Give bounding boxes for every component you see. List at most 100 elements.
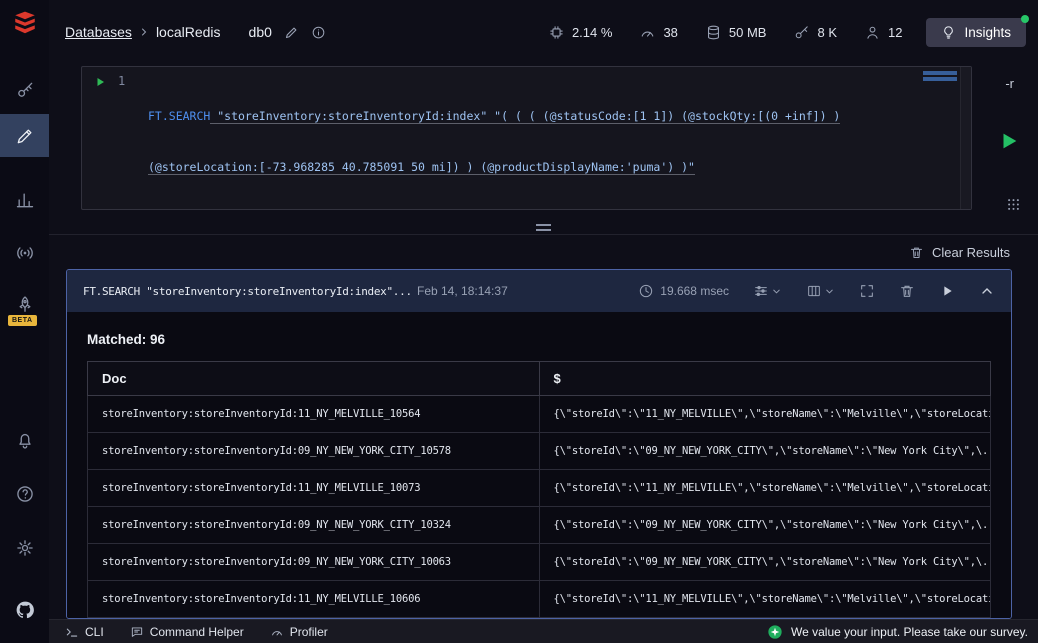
- result-card-header[interactable]: FT.SEARCH "storeInventory:storeInventory…: [67, 270, 1011, 312]
- drag-dots-icon: [1008, 199, 1019, 210]
- trash-icon: [901, 285, 913, 297]
- results-panel: Clear Results FT.SEARCH "storeInventory:…: [49, 234, 1038, 619]
- raw-mode-label: -r: [1005, 76, 1014, 91]
- breadcrumb-current-db: localRedis: [155, 24, 221, 40]
- insights-button[interactable]: Insights: [926, 14, 1029, 47]
- value-cell: {\"storeId\":\"11_NY_MELVILLE\",\"storeN…: [538, 469, 991, 507]
- command-helper-label: Command Helper: [149, 624, 244, 639]
- profiler-label: Profiler: [289, 624, 328, 639]
- chevron-down-icon: [824, 286, 835, 297]
- metric-cpu-value: 2.14 %: [571, 24, 613, 40]
- gauge-icon: [642, 31, 654, 37]
- sidebar-item-settings[interactable]: [0, 538, 49, 558]
- clear-results-label: Clear Results: [931, 244, 1010, 260]
- workbench-editor-area: 1 FT.SEARCH "storeInventory:storeInvento…: [49, 64, 1038, 220]
- info-icon: [312, 26, 325, 38]
- value-cell: {\"storeId\":\"09_NY_NEW_YORK_CITY\",\"s…: [538, 543, 991, 581]
- result-duration: 19.668 msec: [638, 283, 729, 299]
- query-editor[interactable]: 1 FT.SEARCH "storeInventory:storeInvento…: [81, 66, 972, 210]
- edit-db-alias-button[interactable]: [284, 25, 299, 40]
- delete-result-button[interactable]: [899, 283, 915, 299]
- query-code[interactable]: FT.SEARCH "storeInventory:storeInventory…: [148, 74, 953, 210]
- table-row[interactable]: storeInventory:storeInventoryId:09_NY_NE…: [87, 506, 991, 544]
- table-row[interactable]: storeInventory:storeInventoryId:09_NY_NE…: [87, 432, 991, 470]
- gauge-icon: [271, 630, 282, 635]
- results-table: Doc $ storeInventory:storeInventoryId:11…: [87, 361, 991, 618]
- view-columns-dropdown[interactable]: [806, 283, 835, 299]
- line-number: 1: [118, 74, 126, 88]
- profiler-dropdown[interactable]: [753, 283, 782, 299]
- gear-icon: [16, 540, 33, 556]
- cli-button[interactable]: CLI: [65, 625, 104, 639]
- run-line-indicator[interactable]: [94, 76, 106, 88]
- db-metrics: 2.14 % 38 50 MB 8 K 12: [548, 24, 902, 41]
- chat-icon: [131, 626, 142, 637]
- play-icon: [97, 78, 104, 86]
- sidebar-item-notifications[interactable]: [0, 430, 49, 450]
- table-row[interactable]: storeInventory:storeInventoryId:11_NY_ME…: [87, 395, 991, 433]
- table-row[interactable]: storeInventory:storeInventoryId:11_NY_ME…: [87, 469, 991, 507]
- fullscreen-button[interactable]: [859, 283, 875, 299]
- run-query-button[interactable]: [998, 130, 1020, 152]
- value-cell: {\"storeId\":\"11_NY_MELVILLE\",\"storeN…: [538, 395, 991, 433]
- value-cell: {\"storeId\":\"09_NY_NEW_YORK_CITY\",\"s…: [538, 432, 991, 470]
- panel-splitter[interactable]: [49, 220, 1038, 234]
- app-root: BETA Databases localRedis db0 2.14 % 38 …: [0, 0, 1038, 643]
- column-header-value: $: [538, 361, 991, 396]
- metric-memory-value: 50 MB: [728, 24, 767, 40]
- play-icon: [1003, 133, 1017, 149]
- clock-icon: [640, 284, 653, 298]
- query-line-1: FT.SEARCH "storeInventory:storeInventory…: [148, 108, 953, 125]
- collapse-result-button[interactable]: [979, 283, 995, 299]
- user-icon: [867, 26, 878, 39]
- breadcrumb: Databases localRedis: [65, 24, 221, 40]
- result-duration-value: 19.668 msec: [660, 284, 729, 298]
- db-info-button[interactable]: [311, 25, 326, 40]
- query-line-2: (@storeLocation:[-73.968285 40.785091 50…: [148, 159, 953, 176]
- editor-minimap[interactable]: [923, 71, 957, 83]
- notification-dot: [1021, 14, 1029, 23]
- metric-keys-value: 8 K: [817, 24, 837, 40]
- metric-commands-per-sec: 38: [639, 24, 678, 41]
- doc-cell: storeInventory:storeInventoryId:11_NY_ME…: [87, 395, 540, 433]
- doc-cell: storeInventory:storeInventoryId:09_NY_NE…: [87, 543, 540, 581]
- sidebar-item-workbench[interactable]: [0, 114, 49, 157]
- sidebar-item-pubsub[interactable]: [0, 243, 49, 263]
- result-card-body: Matched: 96 Doc $ storeInventory:storeIn…: [67, 312, 1011, 618]
- breadcrumb-link-databases[interactable]: Databases: [65, 24, 132, 40]
- doc-cell: storeInventory:storeInventoryId:11_NY_ME…: [87, 469, 540, 507]
- metric-connected-clients: 12: [864, 24, 902, 41]
- metric-total-keys: 8 K: [793, 24, 837, 41]
- chart-icon: [16, 193, 33, 208]
- expand-icon: [861, 285, 873, 297]
- cpu-icon: [550, 25, 563, 39]
- pencil-icon: [285, 27, 297, 38]
- metric-memory: 50 MB: [705, 24, 767, 41]
- sidebar-item-browser[interactable]: [0, 80, 49, 100]
- column-header-doc: Doc: [87, 361, 540, 396]
- key-icon: [796, 25, 809, 38]
- sidebar-item-triggers-functions[interactable]: [0, 295, 49, 315]
- cli-label: CLI: [85, 624, 104, 639]
- query-keyword: FT.SEARCH: [148, 109, 211, 123]
- metric-clients-value: 12: [888, 24, 903, 40]
- table-row[interactable]: storeInventory:storeInventoryId:09_NY_NE…: [87, 543, 991, 581]
- sidebar-item-github[interactable]: [0, 600, 49, 620]
- command-helper-button[interactable]: Command Helper: [130, 625, 244, 639]
- play-icon: [944, 286, 952, 296]
- columns-icon: [808, 285, 820, 297]
- sidebar-item-analytics[interactable]: [0, 190, 49, 210]
- sidebar-item-help[interactable]: [0, 484, 49, 504]
- database-icon: [707, 25, 719, 39]
- rerun-query-button[interactable]: [939, 283, 955, 299]
- clear-results-button[interactable]: Clear Results: [909, 245, 1010, 260]
- table-row[interactable]: storeInventory:storeInventoryId:11_NY_ME…: [87, 580, 991, 618]
- editor-scrollbar[interactable]: [960, 67, 971, 209]
- splitter-handle-icon: [536, 223, 551, 231]
- profiler-button[interactable]: Profiler: [270, 625, 328, 639]
- survey-link[interactable]: We value your input. Please take our sur…: [767, 624, 1028, 640]
- trash-icon: [910, 247, 922, 258]
- resize-grid-handle[interactable]: [1006, 197, 1021, 212]
- key-icon: [17, 82, 32, 97]
- survey-label: We value your input. Please take our sur…: [790, 624, 1028, 639]
